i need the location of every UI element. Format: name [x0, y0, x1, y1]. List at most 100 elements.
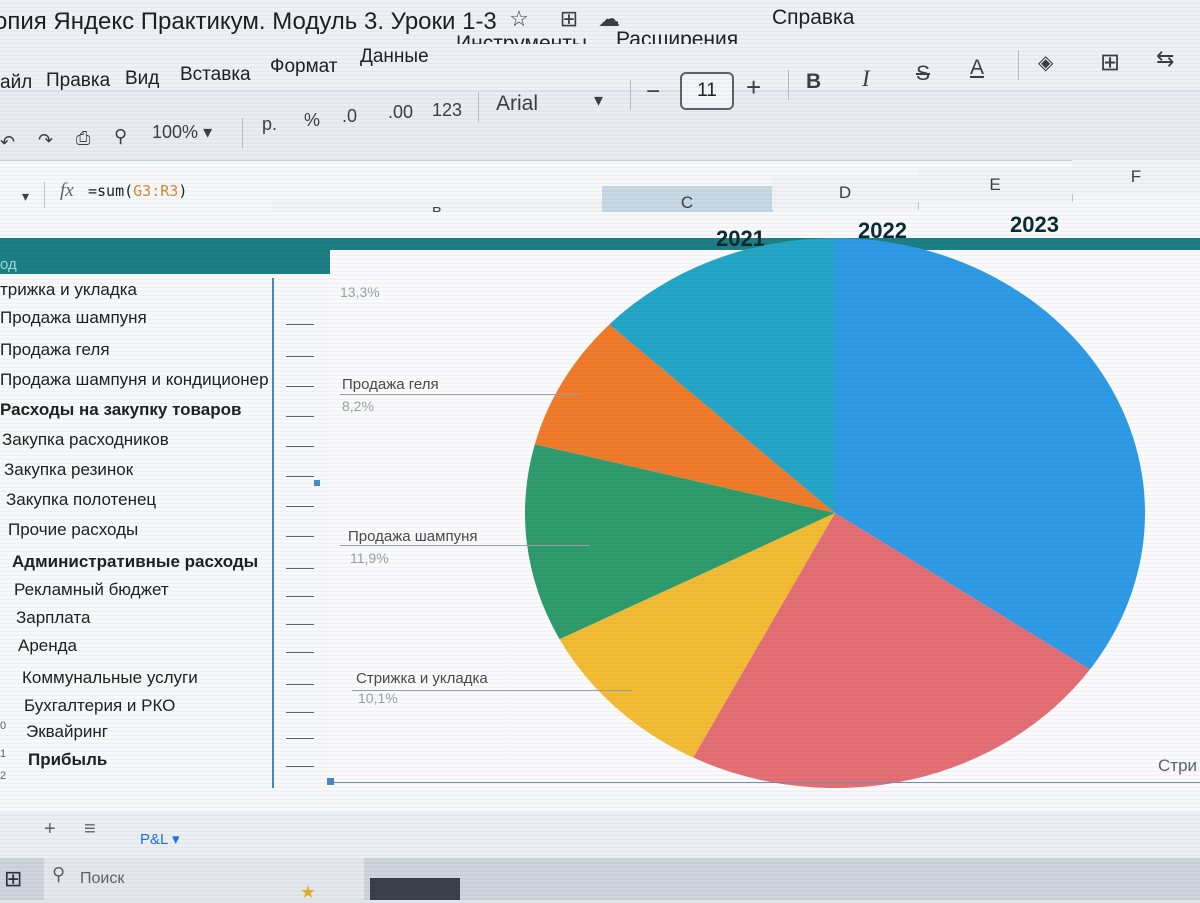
sparkline-cell	[286, 746, 314, 767]
sheet-tab-pl[interactable]: P&L ▾	[140, 830, 180, 848]
sparkline-cell	[286, 396, 314, 417]
menu-edit[interactable]: Правка	[46, 70, 110, 92]
fill-color-icon[interactable]: ◈	[1038, 50, 1053, 75]
leader-line	[340, 394, 580, 395]
chart-top-pct: 13,3%	[340, 284, 380, 300]
row-number[interactable]: 1	[0, 748, 6, 760]
name-box-dropdown-icon[interactable]: ▾	[22, 188, 29, 205]
formula-divider	[44, 182, 45, 208]
row-label[interactable]: Закупка полотенец	[6, 490, 156, 510]
strikethrough-button[interactable]: S	[916, 62, 930, 86]
column-header-f[interactable]: F	[1072, 160, 1200, 194]
row-label[interactable]: Прибыль	[28, 750, 107, 770]
currency-format-button[interactable]: р.	[262, 114, 277, 135]
text-color-button[interactable]: A	[970, 56, 984, 80]
sparkline-cell	[286, 718, 314, 739]
chart-resize-handle[interactable]	[314, 480, 320, 486]
paint-format-icon[interactable]: ⚲	[114, 126, 127, 147]
chart-label-gel: Продажа геля	[342, 376, 439, 393]
row-label[interactable]: Административные расходы	[12, 552, 258, 572]
formula-prefix: =sum(	[88, 182, 134, 200]
row-label[interactable]: Закупка резинок	[4, 460, 133, 480]
sparkline-cell	[286, 426, 314, 447]
toolbar-divider	[788, 70, 789, 100]
redo-icon[interactable]: ↷	[38, 130, 53, 151]
row-number[interactable]: 0	[0, 720, 6, 732]
sparkline-cell	[286, 366, 314, 387]
pie-chart[interactable]	[330, 230, 1200, 810]
row-label[interactable]: Расходы на закупку товаров	[0, 400, 241, 420]
chart-pct-shampoo: 11,9%	[350, 550, 389, 566]
row-label[interactable]: Зарплата	[16, 608, 90, 628]
all-sheets-icon[interactable]: ≡	[84, 818, 96, 841]
chart-resize-handle[interactable]	[327, 778, 334, 785]
row-number[interactable]: 2	[0, 770, 6, 782]
chart-pct-gel: 8,2%	[342, 398, 374, 414]
row-label[interactable]: Коммунальные услуги	[22, 668, 198, 688]
add-sheet-icon[interactable]: +	[44, 818, 56, 841]
decrease-decimal-button[interactable]: .0	[342, 106, 357, 127]
document-title[interactable]: опия Яндекс Практикум. Модуль 3. Уроки 1…	[0, 8, 497, 36]
increase-decimal-button[interactable]: .00	[388, 102, 413, 123]
borders-icon[interactable]: ⊞	[1100, 48, 1120, 77]
chevron-down-icon: ▾	[171, 831, 180, 848]
menu-insert[interactable]: Вставка	[180, 64, 251, 86]
chevron-down-icon[interactable]: ▾	[594, 90, 603, 111]
row-label[interactable]: Прочие расходы	[8, 520, 138, 540]
row-label[interactable]: Продажа шампуня и кондиционер	[0, 370, 269, 390]
menu-data[interactable]: Данные	[360, 46, 429, 68]
taskbar-search-placeholder: Поиск	[80, 870, 125, 887]
row-label[interactable]: трижка и укладка	[0, 280, 137, 300]
row-label[interactable]: Эквайринг	[26, 722, 108, 742]
menu-file[interactable]: айл	[0, 72, 32, 94]
zoom-value: 100%	[152, 122, 199, 142]
header-row-label[interactable]: од	[0, 256, 17, 273]
windows-start-icon[interactable]: ⊞	[4, 866, 22, 892]
chevron-down-icon: ▾	[203, 122, 213, 142]
sparkline-cell	[286, 692, 314, 713]
leader-line	[340, 545, 590, 546]
column-header-e[interactable]: E	[918, 168, 1073, 202]
font-family-value: Arial	[496, 92, 539, 115]
menu-view[interactable]: Вид	[125, 68, 159, 90]
column-header-d[interactable]: D	[772, 176, 919, 210]
zoom-select[interactable]: 100% ▾	[152, 122, 212, 143]
row-label[interactable]: Рекламный бюджет	[14, 580, 169, 600]
font-family-select[interactable]: Arial	[496, 92, 538, 116]
formula-suffix: )	[178, 182, 188, 200]
menu-format[interactable]: Формат	[270, 56, 338, 78]
font-size-input[interactable]: 11	[680, 72, 734, 110]
italic-button[interactable]: I	[862, 66, 870, 92]
sparkline-cell	[286, 336, 314, 357]
toolbar-divider	[1018, 50, 1019, 80]
sparkline-cell	[286, 456, 314, 477]
taskbar-app[interactable]	[370, 878, 460, 900]
formula-input[interactable]: =sum(G3:R3)	[88, 182, 187, 200]
undo-icon[interactable]: ↶	[0, 132, 15, 153]
bold-button[interactable]: B	[806, 70, 821, 94]
move-folder-icon[interactable]: ⊞	[556, 6, 582, 32]
row-label[interactable]: Продажа геля	[0, 340, 110, 360]
row-label[interactable]: Бухгалтерия и РКО	[24, 696, 175, 716]
number-format-button[interactable]: 123	[432, 100, 462, 121]
sparkline-cell	[286, 548, 314, 569]
toolbar-divider	[630, 80, 631, 110]
sheet-tab-label: P&L	[140, 831, 168, 848]
print-icon[interactable]: ⎙	[76, 128, 90, 149]
decrease-font-size-button[interactable]: −	[646, 78, 660, 106]
formula-range: G3:R3	[133, 182, 179, 200]
chart-bottom-border	[330, 782, 1200, 783]
percent-format-button[interactable]: %	[304, 110, 320, 131]
merge-cells-icon[interactable]: ⇆	[1156, 46, 1174, 72]
sparkline-cell	[286, 632, 314, 653]
increase-font-size-button[interactable]: +	[746, 72, 761, 103]
chart-label-right: Стри	[1158, 756, 1198, 775]
fx-icon: fx	[60, 180, 74, 201]
chart-label-haircut: Стрижка и укладка	[356, 670, 488, 687]
star-icon[interactable]: ☆	[506, 6, 532, 32]
search-icon: ⚲	[52, 864, 66, 884]
row-label[interactable]: Закупка расходников	[2, 430, 169, 450]
row-label[interactable]: Продажа шампуня	[0, 308, 147, 328]
row-label[interactable]: Аренда	[18, 636, 77, 656]
menu-help[interactable]: Справка	[772, 6, 854, 30]
